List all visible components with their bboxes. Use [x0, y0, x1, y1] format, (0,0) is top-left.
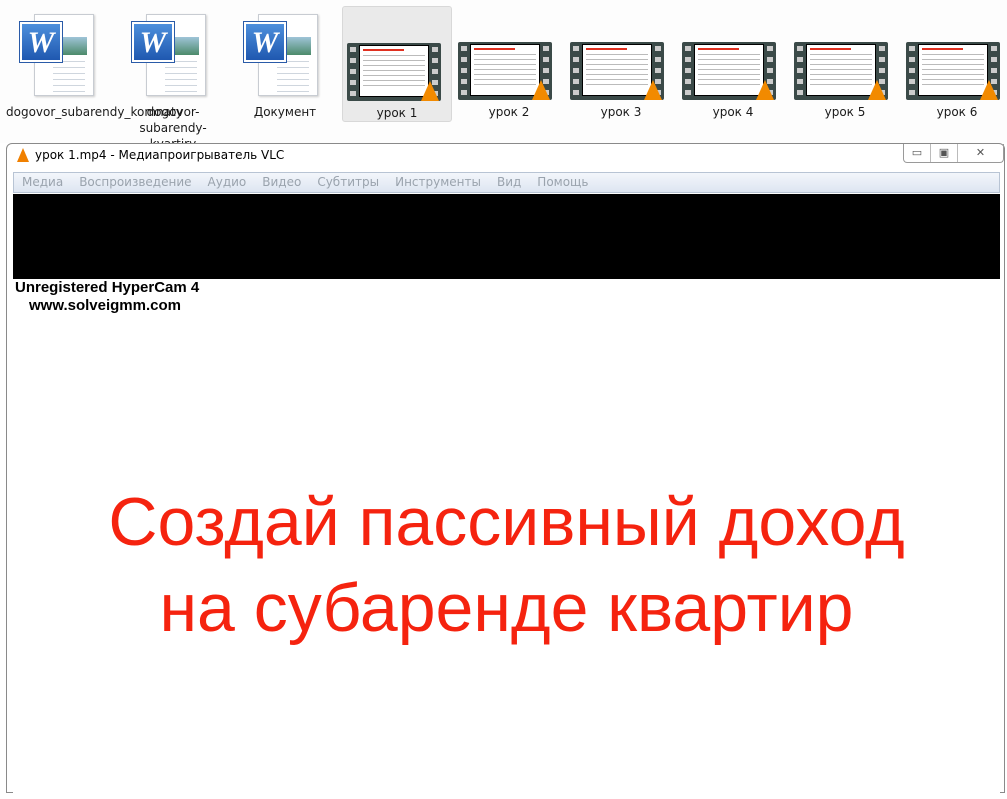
title-bar: урок 1.mp4 - Медиапроигрыватель VLC: [17, 148, 284, 162]
desktop-item-label: урок 4: [712, 105, 754, 119]
close-button[interactable]: ✕: [958, 144, 1003, 162]
video-file-icon: [570, 42, 664, 100]
desktop-item[interactable]: урок 6: [902, 6, 1007, 136]
headline-line2: на субаренде квартир: [159, 570, 854, 646]
menu-tools[interactable]: Инструменты: [395, 173, 481, 192]
menu-bar: Медиа Воспроизведение Аудио Видео Субтит…: [13, 172, 1000, 193]
desktop: Wdogovor_subarendy_komnaty Wdogovor-subar…: [0, 0, 1007, 151]
desktop-item-label: урок 2: [488, 105, 530, 119]
menu-view[interactable]: Вид: [497, 173, 521, 192]
desktop-item[interactable]: урок 1: [342, 6, 452, 122]
desktop-item[interactable]: W Документ: [230, 6, 340, 136]
desktop-item-label: урок 3: [600, 105, 642, 119]
window-title: урок 1.mp4 - Медиапроигрыватель VLC: [35, 148, 285, 162]
desktop-item[interactable]: урок 5: [790, 6, 900, 136]
desktop-item-label: урок 6: [936, 105, 978, 119]
vlc-window: урок 1.mp4 - Медиапроигрыватель VLC ▭ ▣ …: [6, 143, 1005, 799]
video-file-icon: [682, 42, 776, 100]
menu-playback[interactable]: Воспроизведение: [79, 173, 191, 192]
minimize-button[interactable]: ▭: [904, 144, 931, 162]
video-area[interactable]: Unregistered HyperCam 4 www.solveigmm.co…: [13, 279, 1000, 799]
video-letterbox: [13, 194, 1000, 279]
desktop-item-label: урок 1: [376, 106, 418, 120]
desktop-item[interactable]: урок 2: [454, 6, 564, 136]
watermark-line2: www.solveigmm.com: [29, 297, 181, 314]
desktop-item[interactable]: Wdogovor-subarendy-kvartiry: [118, 6, 228, 151]
video-file-icon: [794, 42, 888, 100]
desktop-item-label: урок 5: [824, 105, 866, 119]
video-file-icon: [906, 42, 1000, 100]
desktop-item[interactable]: Wdogovor_subarendy_komnaty: [6, 6, 183, 136]
watermark-line1: Unregistered HyperCam 4: [15, 279, 200, 296]
desktop-item[interactable]: урок 4: [678, 6, 788, 136]
headline-line1: Создай пассивный доход: [108, 484, 905, 560]
menu-help[interactable]: Помощь: [537, 173, 588, 192]
menu-media[interactable]: Медиа: [22, 173, 63, 192]
desktop-item[interactable]: урок 3: [566, 6, 676, 136]
vlc-cone-icon: [17, 148, 29, 162]
maximize-button[interactable]: ▣: [931, 144, 958, 162]
video-file-icon: [458, 42, 552, 100]
desktop-item-label: Документ: [253, 105, 317, 119]
menu-video[interactable]: Видео: [262, 173, 301, 192]
window-controls: ▭ ▣ ✕: [903, 144, 1004, 163]
video-headline: Создай пассивный доход на субаренде квар…: [13, 479, 1000, 651]
menu-audio[interactable]: Аудио: [208, 173, 247, 192]
menu-subtitles[interactable]: Субтитры: [317, 173, 379, 192]
video-file-icon: [347, 43, 441, 101]
desktop-item-label: dogovor_subarendy_komnaty: [6, 105, 183, 119]
